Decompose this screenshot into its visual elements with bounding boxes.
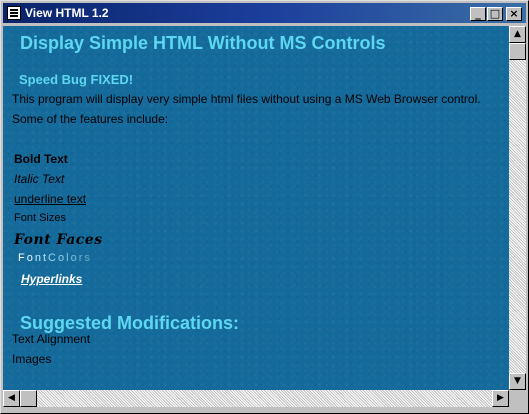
vertical-scrollbar[interactable]: ▲ ▼ (509, 26, 526, 390)
vertical-scroll-thumb[interactable] (509, 43, 526, 60)
italic-text-sample: Italic Text (14, 172, 65, 186)
mod-text-alignment: Text Alignment (12, 332, 91, 346)
page-subheading: Speed Bug FIXED! (19, 72, 134, 87)
underline-text-sample: underline text (14, 192, 87, 206)
scroll-up-button[interactable]: ▲ (509, 26, 526, 43)
horizontal-scrollbar[interactable]: ◀ ▶ (3, 390, 509, 407)
scrollbar-corner (509, 390, 526, 407)
font-color-letter: C (48, 252, 58, 264)
features-intro: Some of the features include: (12, 112, 169, 126)
font-color-letter: n (34, 252, 43, 264)
minimize-icon: _ (475, 7, 481, 20)
arrow-down-icon: ▼ (514, 376, 521, 386)
scroll-left-button[interactable]: ◀ (3, 390, 20, 407)
maximize-icon: □ (489, 7, 501, 20)
font-faces-sample: Font Faces (14, 232, 103, 248)
font-color-letter: o (58, 252, 67, 264)
page-heading: Display Simple HTML Without MS Controls (20, 33, 386, 53)
html-view: Display Simple HTML Without MS Controls … (3, 26, 509, 390)
font-color-letter: o (26, 252, 35, 264)
close-icon: × (509, 7, 519, 20)
intro-text: This program will display very simple ht… (12, 92, 481, 106)
suggested-heading: Suggested Modifications: (20, 313, 240, 333)
mod-images: Images (12, 352, 52, 366)
window-title: View HTML 1.2 (25, 6, 109, 20)
font-color-letter: o (70, 252, 79, 264)
close-button[interactable]: × (506, 7, 522, 21)
document-icon[interactable] (7, 6, 21, 20)
main-window: View HTML 1.2 _ □ × Display Simple HTML … (0, 0, 529, 414)
scroll-right-button[interactable]: ▶ (492, 390, 509, 407)
font-color-letter: s (84, 252, 92, 264)
hyperlinks-link[interactable]: Hyperlinks (21, 272, 82, 286)
font-color-letter: F (18, 252, 27, 264)
font-colors-sample: FontColors (18, 252, 92, 264)
minimize-button[interactable]: _ (470, 7, 486, 21)
font-sizes-sample: Font Sizes (14, 212, 66, 224)
horizontal-scroll-thumb[interactable] (20, 390, 37, 407)
bold-text-sample: Bold Text (14, 152, 68, 166)
title-bar[interactable]: View HTML 1.2 _ □ × (3, 3, 526, 23)
scroll-down-button[interactable]: ▼ (509, 373, 526, 390)
maximize-button[interactable]: □ (487, 7, 503, 21)
arrow-right-icon: ▶ (497, 393, 504, 403)
arrow-left-icon: ◀ (8, 393, 15, 403)
arrow-up-icon: ▲ (514, 29, 521, 39)
